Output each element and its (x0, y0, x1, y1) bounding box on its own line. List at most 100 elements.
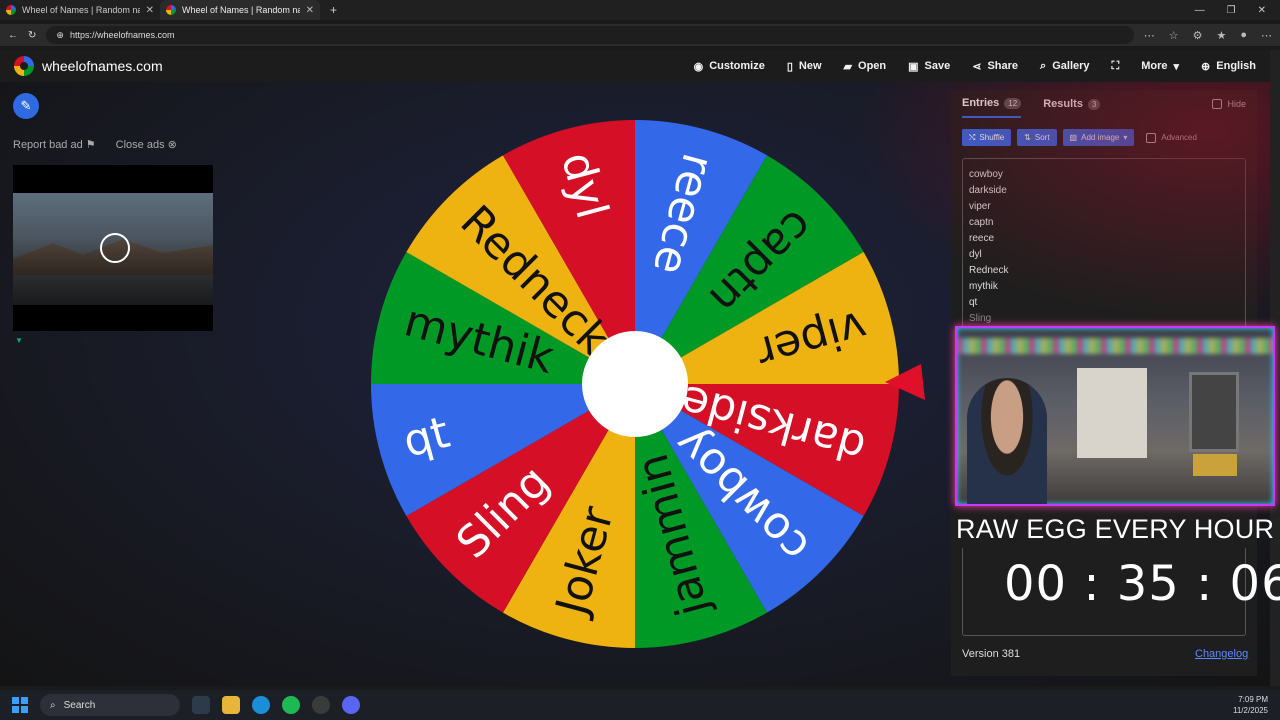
tab-results[interactable]: Results 3 (1043, 90, 1101, 118)
flag-icon: ⚑ (85, 139, 96, 151)
panel-tabs: Entries 12 Results 3 Hide (951, 90, 1257, 118)
close-window-icon[interactable]: ✕ (1258, 5, 1266, 16)
advanced-label: Advanced (1161, 133, 1197, 142)
nav-gallery[interactable]: ⌕ Gallery (1040, 60, 1089, 73)
cam-string-lights (957, 338, 1273, 354)
entries-toolbar: ⤭ Shuffle ⇅ Sort ▨ Add image ▾ Advanced (951, 118, 1257, 146)
nav-language[interactable]: ⊕ English (1201, 60, 1256, 73)
nav-label: Gallery (1052, 60, 1090, 72)
brand-name: wheelofnames.com (42, 58, 163, 74)
address-bar: ← ↻ ⊕ https://wheelofnames.com ⋯ ☆ ⚙ ★ ●… (0, 24, 1280, 46)
maximize-icon[interactable]: ❐ (1227, 5, 1236, 16)
taskbar-clock[interactable]: 7:09 PM 11/2/2025 (1233, 694, 1268, 716)
entry-line: cowboy (969, 169, 1003, 180)
advanced-toggle[interactable]: Advanced (1146, 132, 1197, 143)
entry-line: dyl (969, 249, 982, 260)
nav-more[interactable]: More ▾ (1141, 60, 1179, 73)
minimize-icon[interactable]: — (1195, 5, 1205, 16)
shuffle-label: Shuffle (979, 133, 1005, 142)
file-icon: ▯ (786, 60, 793, 73)
discord-icon[interactable] (342, 696, 360, 714)
search-icon: ⌕ (1040, 59, 1047, 72)
cam-picture-frame (1189, 372, 1239, 452)
nav-customize[interactable]: ◉ Customize (694, 60, 765, 73)
close-tab-icon[interactable]: ✕ (306, 5, 314, 16)
xbox-icon[interactable] (192, 696, 210, 714)
add-image-label: Add image (1081, 133, 1120, 142)
shuffle-icon: ⤭ (969, 132, 976, 142)
site-info-icon[interactable]: ⊕ (56, 30, 64, 41)
fullscreen-icon: ⛶ (1111, 59, 1120, 72)
menu-icon[interactable]: ⋯ (1261, 29, 1272, 42)
wheel-favicon-icon (166, 5, 176, 15)
url-field[interactable]: ⊕ https://wheelofnames.com (46, 26, 1134, 44)
nav-open[interactable]: ▰ Open (844, 60, 887, 73)
overlay-title: RAW EGG EVERY HOUR (956, 514, 1275, 544)
nav-share[interactable]: ⋖ Share (972, 60, 1018, 73)
site-brand[interactable]: wheelofnames.com (14, 56, 163, 76)
sort-button[interactable]: ⇅ Sort (1017, 129, 1057, 146)
nav-label: More (1141, 60, 1168, 72)
changelog-link[interactable]: Changelog (1195, 648, 1248, 660)
sort-label: Sort (1034, 133, 1050, 142)
fullscreen-button[interactable]: ⛶ (1112, 60, 1120, 73)
close-ads-link[interactable]: Close ads ⊗ (116, 138, 177, 151)
browser-tab[interactable]: Wheel of Names | Random name ✕ (0, 0, 160, 20)
spin-wheel[interactable]: reececaptnviperdarksidecowboyjamminJoker… (362, 112, 932, 652)
entry-line: qt (969, 297, 978, 308)
chevron-down-icon: ▾ (1173, 60, 1180, 73)
site-header: wheelofnames.com ◉ Customize ▯ New ▰ Open ▣… (0, 50, 1270, 82)
spotify-icon[interactable] (282, 696, 300, 714)
browser-tab-active[interactable]: Wheel of Names | Random name ✕ (160, 0, 320, 20)
nav-new[interactable]: ▯ New (787, 60, 822, 73)
cam-poster (1077, 368, 1147, 458)
add-image-button[interactable]: ▨ Add image ▾ (1062, 129, 1135, 146)
cam-sign (1193, 454, 1237, 476)
ad-choices-icon[interactable]: ▼ (15, 336, 23, 345)
shuffle-button[interactable]: ⤭ Shuffle (962, 129, 1012, 146)
close-ads-label: Close ads (115, 139, 165, 151)
clock-date: 11/2/2025 (1233, 706, 1268, 715)
taskbar: ⌕ Search 7:09 PM 11/2/2025 (0, 690, 1280, 720)
tab-label: Results (1043, 98, 1083, 110)
windows-start-icon[interactable] (12, 697, 28, 713)
globe-icon: ⊕ (1201, 60, 1211, 73)
wheel-logo-icon (14, 56, 34, 76)
wheel-hub[interactable] (582, 331, 688, 437)
tab-entries[interactable]: Entries 12 (962, 90, 1022, 118)
obs-icon[interactable] (312, 696, 330, 714)
search-label: Search (63, 699, 96, 711)
entries-textarea[interactable]: cowboy darkside viper captn reece dyl Re… (962, 158, 1246, 328)
hide-toggle[interactable]: Hide (1212, 99, 1246, 109)
url-text: https://wheelofnames.com (69, 30, 175, 40)
clock-time: 7:09 PM (1238, 695, 1268, 704)
replay-icon[interactable] (100, 233, 130, 263)
reader-icon[interactable]: ⋯ (1144, 29, 1155, 42)
sort-icon: ⇅ (1024, 133, 1031, 142)
nav-save[interactable]: ▣ Save (908, 60, 950, 73)
close-tab-icon[interactable]: ✕ (146, 5, 154, 16)
back-icon[interactable]: ← (8, 30, 18, 41)
countdown-timer: 00 : 35 : 06 (1004, 556, 1280, 612)
advanced-checkbox[interactable] (1146, 132, 1157, 143)
new-tab-icon[interactable]: + (320, 3, 347, 17)
nav-label: English (1216, 60, 1256, 72)
profile-avatar[interactable]: ● (1240, 29, 1247, 42)
taskbar-search[interactable]: ⌕ Search (40, 694, 180, 716)
ad-video[interactable] (13, 165, 213, 331)
refresh-icon[interactable]: ↻ (28, 30, 36, 41)
hide-checkbox[interactable] (1212, 99, 1223, 109)
version-label: Version 381 (962, 648, 1021, 660)
entry-line: Sling (969, 313, 992, 324)
favorite-star-icon[interactable]: ☆ (1169, 29, 1179, 42)
file-explorer-icon[interactable] (222, 696, 240, 714)
image-icon: ▨ (1069, 133, 1078, 142)
entry-line: Redneck (969, 265, 1009, 276)
extensions-icon[interactable]: ⚙ (1193, 29, 1203, 42)
favorites-icon[interactable]: ★ (1216, 29, 1226, 42)
report-ad-link[interactable]: Report bad ad ⚑ (13, 138, 96, 151)
edit-pencil-button[interactable]: ✎ (13, 93, 39, 119)
search-icon: ⌕ (50, 699, 56, 711)
edge-browser-icon[interactable] (252, 696, 270, 714)
cam-person (967, 378, 1047, 504)
